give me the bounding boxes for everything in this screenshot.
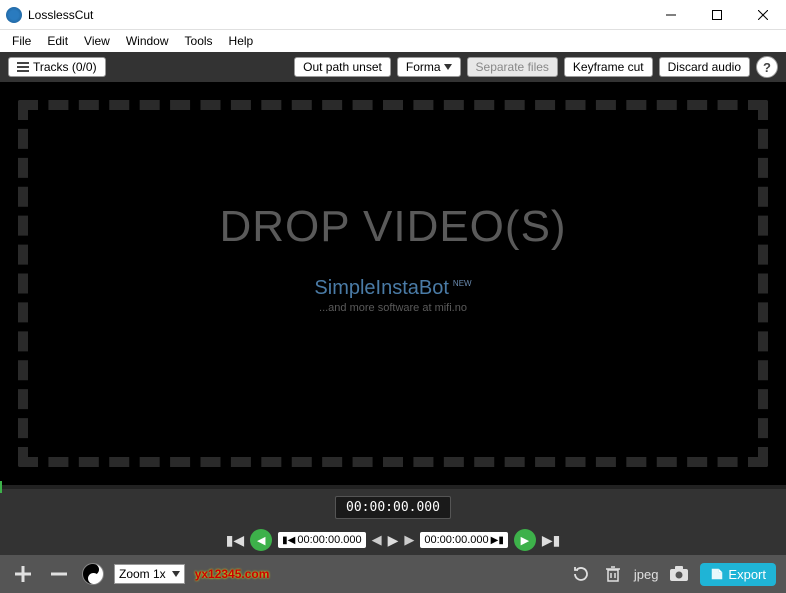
- invert-segments-button[interactable]: [82, 563, 104, 585]
- keyframe-cut-button[interactable]: Keyframe cut: [564, 57, 653, 77]
- help-button[interactable]: ?: [756, 56, 778, 78]
- app-icon: [6, 7, 22, 23]
- menubar: File Edit View Window Tools Help: [0, 30, 786, 52]
- play-icon[interactable]: ▶: [388, 532, 399, 549]
- chevron-down-icon: [172, 571, 180, 577]
- skip-end-icon: ▶▮: [491, 535, 504, 546]
- rotate-button[interactable]: [570, 565, 592, 583]
- zoom-select[interactable]: Zoom 1x: [114, 564, 185, 584]
- menu-edit[interactable]: Edit: [39, 32, 76, 50]
- maximize-button[interactable]: [694, 0, 740, 30]
- step-forward-icon[interactable]: ▶: [404, 532, 414, 548]
- set-cut-end-button[interactable]: ▶: [514, 529, 536, 551]
- remove-segment-button[interactable]: [46, 564, 72, 584]
- menu-file[interactable]: File: [4, 32, 39, 50]
- menu-view[interactable]: View: [76, 32, 118, 50]
- toolbar: Tracks (0/0) Out path unset Forma Separa…: [0, 52, 786, 82]
- promo-block: SimpleInstaBot NEW ...and more software …: [314, 277, 471, 314]
- minimize-button[interactable]: [648, 0, 694, 30]
- current-time[interactable]: 00:00:00.000: [335, 496, 451, 519]
- cut-end-time[interactable]: 00:00:00.000 ▶▮: [420, 532, 507, 548]
- window-title: LosslessCut: [28, 8, 93, 22]
- timeline-area: 00:00:00.000 ▮◀ ◀ ▮◀ 00:00:00.000 ◀ ▶ ▶ …: [0, 485, 786, 555]
- video-drop-area[interactable]: DROP VIDEO(S) SimpleInstaBot NEW ...and …: [0, 82, 786, 485]
- bottombar: Zoom 1x yx12345.com jpeg Export: [0, 555, 786, 593]
- playhead-marker[interactable]: [0, 481, 2, 493]
- hamburger-icon: [17, 62, 29, 72]
- chevron-down-icon: [444, 64, 452, 70]
- watermark-text: yx12345.com: [195, 567, 270, 581]
- trash-button[interactable]: [602, 565, 624, 583]
- titlebar: LosslessCut: [0, 0, 786, 30]
- step-back-icon[interactable]: ◀: [372, 532, 382, 548]
- separate-files-button[interactable]: Separate files: [467, 57, 558, 77]
- camera-icon[interactable]: [668, 566, 690, 582]
- skip-next-icon[interactable]: ▶▮: [542, 532, 560, 549]
- skip-prev-icon[interactable]: ▮◀: [226, 532, 244, 549]
- discard-audio-button[interactable]: Discard audio: [659, 57, 750, 77]
- menu-tools[interactable]: Tools: [177, 32, 221, 50]
- set-cut-start-button[interactable]: ◀: [250, 529, 272, 551]
- export-icon: [710, 567, 724, 581]
- capture-format-button[interactable]: jpeg: [634, 567, 659, 582]
- timeline-row: 00:00:00.000: [0, 489, 786, 525]
- promo-subtitle: ...and more software at mifi.no: [314, 302, 471, 314]
- tracks-label: Tracks (0/0): [33, 60, 97, 74]
- skip-start-icon: ▮◀: [282, 535, 295, 546]
- playback-controls: ▮◀ ◀ ▮◀ 00:00:00.000 ◀ ▶ ▶ 00:00:00.000 …: [0, 525, 786, 555]
- add-segment-button[interactable]: [10, 564, 36, 584]
- promo-badge: NEW: [453, 279, 472, 288]
- format-select[interactable]: Forma: [397, 57, 461, 77]
- out-path-button[interactable]: Out path unset: [294, 57, 391, 77]
- menu-window[interactable]: Window: [118, 32, 177, 50]
- promo-title[interactable]: SimpleInstaBot NEW: [314, 277, 471, 300]
- export-button[interactable]: Export: [700, 563, 776, 586]
- close-button[interactable]: [740, 0, 786, 30]
- tracks-button[interactable]: Tracks (0/0): [8, 57, 106, 77]
- cut-start-time[interactable]: ▮◀ 00:00:00.000: [278, 532, 365, 548]
- seek-track[interactable]: [0, 485, 786, 489]
- drop-text: DROP VIDEO(S): [219, 202, 566, 252]
- menu-help[interactable]: Help: [221, 32, 262, 50]
